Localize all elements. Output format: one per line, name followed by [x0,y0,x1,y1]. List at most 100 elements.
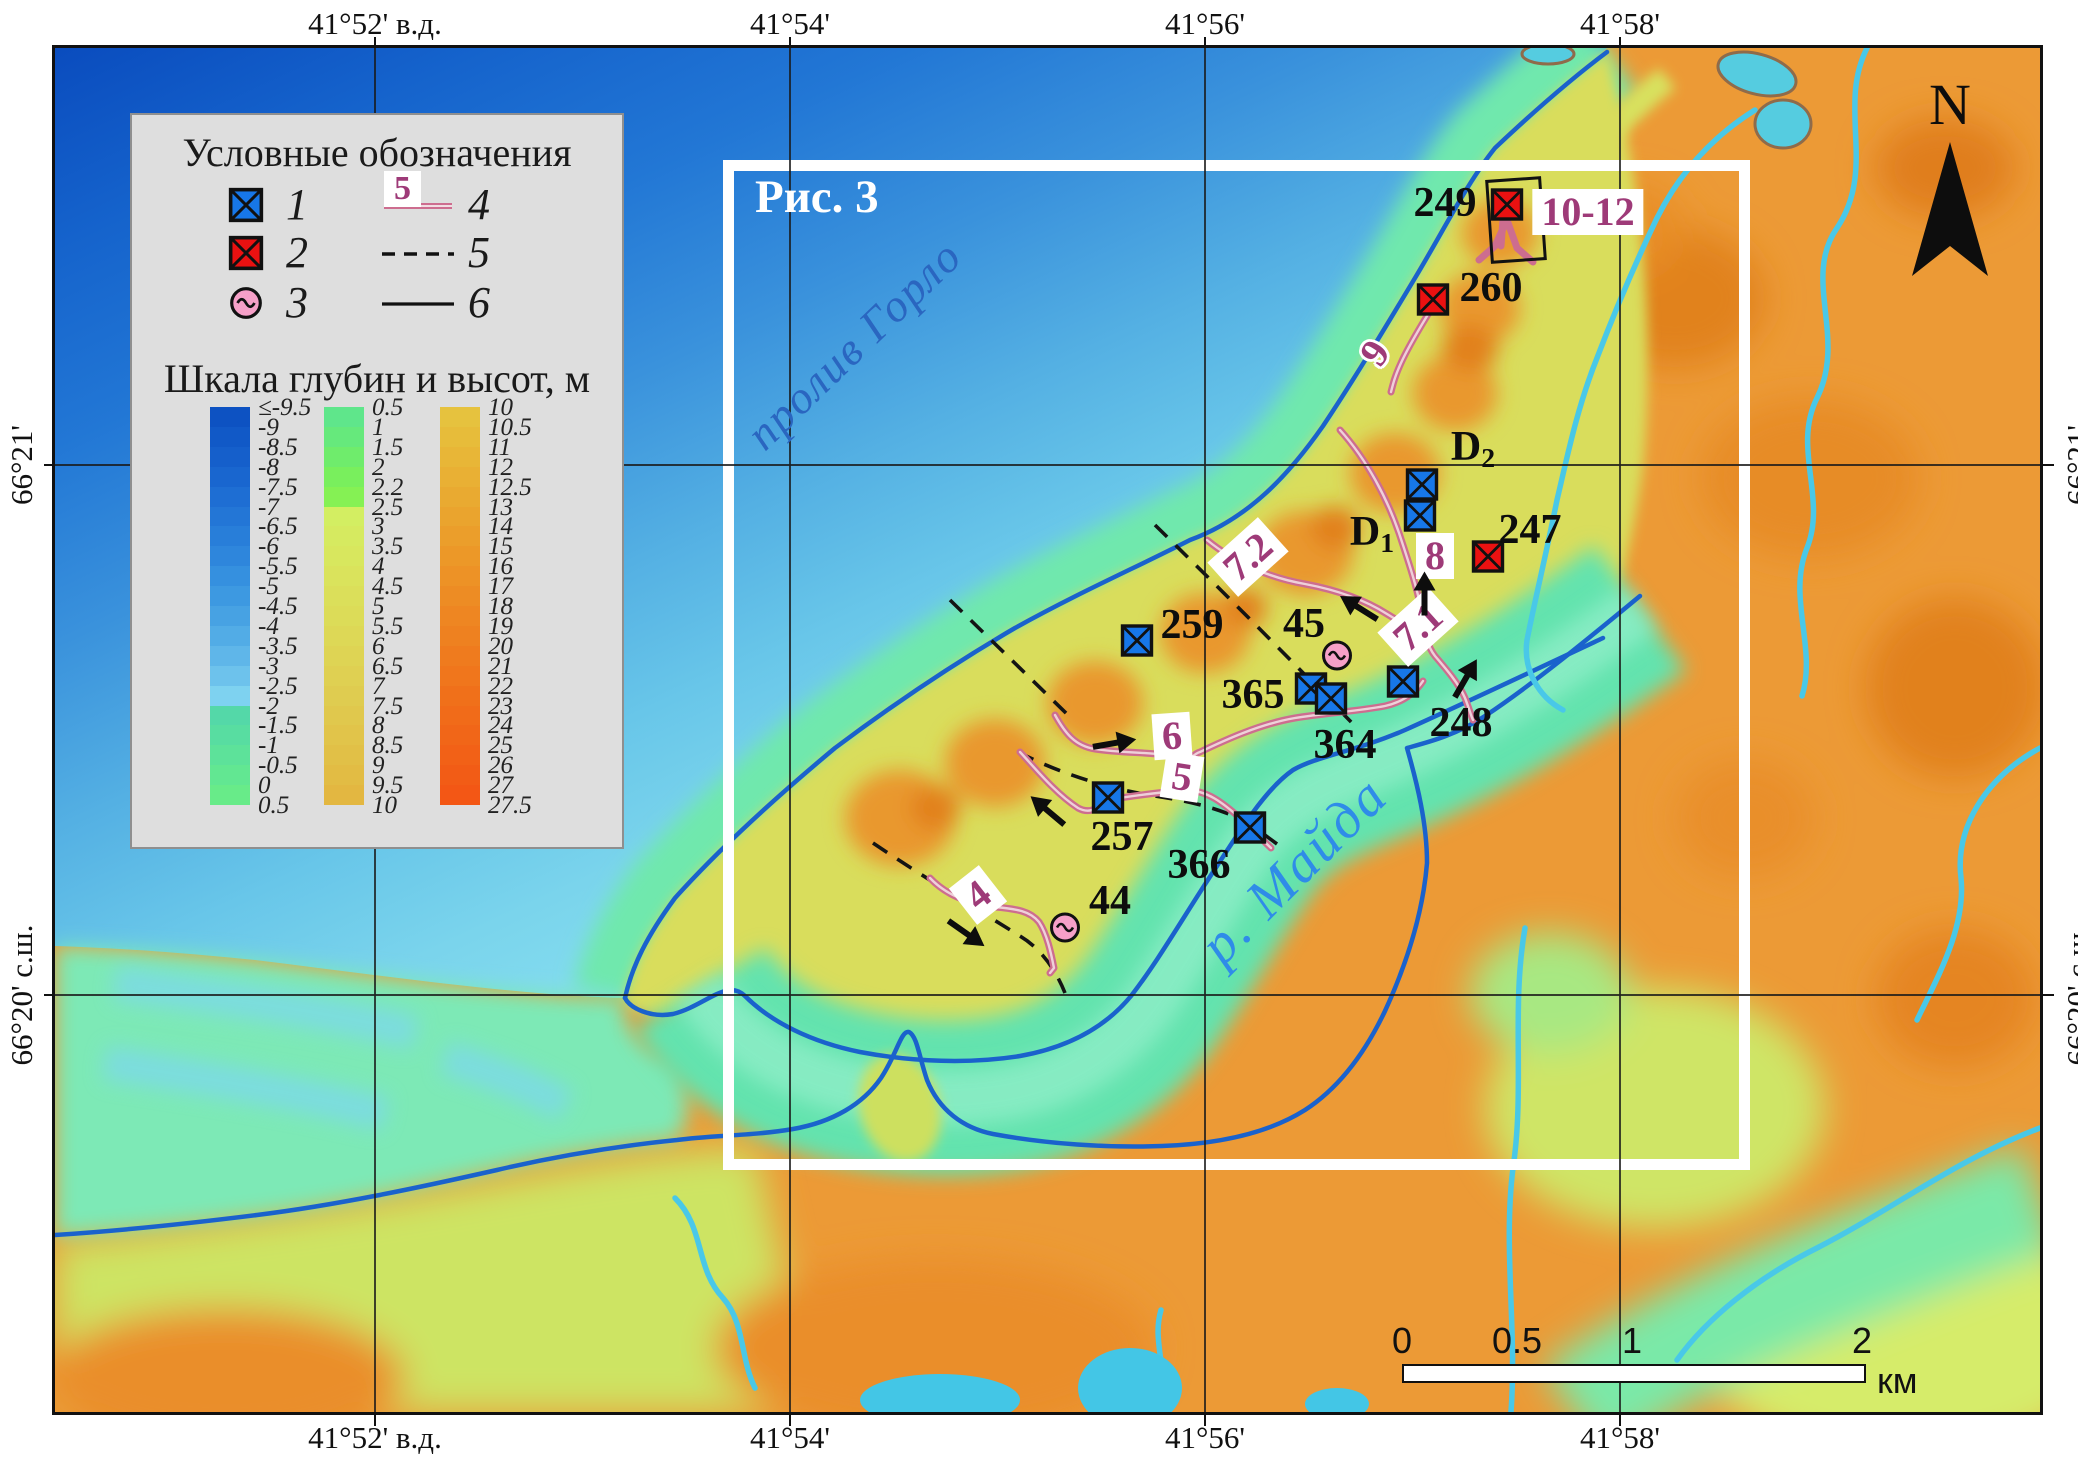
axis-tick [374,1415,376,1426]
station-label: 249 [1414,182,1477,224]
colorbar-segment [440,626,480,646]
blue-square-x-marker [228,187,264,223]
red-square-x-icon [1416,283,1450,317]
colorbar-segment [324,725,364,745]
colorbar-tick-label: 27.5 [488,793,532,818]
direction-arrow-icon [1021,786,1073,835]
station-label: 366 [1168,844,1231,886]
colorbar-segment [440,666,480,686]
legend-route-badge: 5 [384,171,421,207]
scale-bar-tick-label: 2 [1852,1320,1872,1362]
axis-tick [1619,37,1621,48]
blue-square-x-icon [1314,682,1348,716]
colorbar-tick-label: 0.5 [258,793,289,818]
colorbar-segment [324,427,364,447]
colorbar-segment [324,646,364,666]
blue-square-x-icon [1233,811,1267,845]
station-label: 248 [1430,702,1493,744]
pink-circle-wave-icon [1320,639,1354,673]
colorbar-segment [210,467,250,487]
axis-tick [1204,1415,1206,1426]
route-direction-arrow [1332,580,1387,631]
scale-bar-tick-label: 1 [1622,1320,1642,1362]
station-label: 260 [1460,267,1523,309]
direction-arrow-icon [1332,584,1385,630]
station-marker-249 [1490,188,1524,227]
colorbar-segment [440,546,480,566]
axis-tick [1619,1415,1621,1426]
colorbar-segment [324,606,364,626]
lat-label-right: 66°20' с.ш. [2060,925,2078,1066]
axis-tick [44,464,55,466]
colorbar-segment [210,666,250,686]
route-label-7.2: 7.2 [1207,517,1288,597]
colorbar-segment [210,725,250,745]
pink-circle-wave-icon [228,285,264,321]
colorbar-tick-label: 10 [372,793,397,818]
colorbar-segment [440,606,480,626]
station-label: 45 [1283,603,1325,645]
station-marker-259 [1120,624,1154,663]
route-label-9: 9 [1345,324,1404,382]
blue-square-x-icon [228,187,264,223]
north-arrow-icon [1900,134,2000,284]
colorbar-segment [324,566,364,586]
depth-colorbar [324,407,364,805]
direction-arrow-icon [1090,726,1140,760]
colorbar-segment [440,447,480,467]
route-direction-arrow [1412,571,1443,617]
route-direction-arrow [1021,782,1076,835]
legend-title: Условные обозначения [132,129,622,176]
colorbar-segment [324,526,364,546]
colorbar-segment [324,745,364,765]
colorbar-segment [210,427,250,447]
pink-circle-wave-icon [1048,911,1082,945]
axis-tick [2043,994,2054,996]
legend-item-number: 1 [286,183,308,227]
colorbar-segment [440,745,480,765]
route-label-10-12: 10-12 [1532,189,1643,235]
colorbar-segment [210,407,250,427]
depth-colorbar [440,407,480,805]
route-label-5: 5 [1160,751,1205,802]
axis-tick [2043,464,2054,466]
axis-tick [44,994,55,996]
colorbar-segment [440,785,480,805]
colorbar-segment [440,566,480,586]
colorbar-segment [440,487,480,507]
colorbar-segment [210,606,250,626]
colorbar-segment [210,626,250,646]
axis-tick [374,37,376,48]
station-marker-364 [1314,682,1348,721]
colorbar-segment [440,765,480,785]
colorbar-segment [210,487,250,507]
solid-line [382,297,454,315]
red-square-x-icon [228,235,264,271]
colorbar-segment [324,706,364,726]
north-label: N [1900,76,2000,134]
legend-item-number: 5 [468,231,490,275]
station-label: D2 [1451,426,1495,472]
colorbar-segment [324,626,364,646]
station-marker-260 [1416,283,1450,322]
colorbar-segment [440,427,480,447]
direction-arrow-icon [1443,652,1489,705]
colorbar-segment [324,686,364,706]
direction-arrow-icon [1412,571,1438,617]
colorbar-segment [210,507,250,527]
colorbar-segment [210,646,250,666]
red-square-x-icon [1490,188,1524,222]
north-arrow: N [1900,76,2000,289]
colorbar-segment [324,546,364,566]
colorbar-segment [324,666,364,686]
depth-colorbar [210,407,250,805]
colorbar-segment [324,467,364,487]
colorbar-segment [324,765,364,785]
lat-label-left: 66°21' [4,425,40,505]
pink-circle-wave-marker [228,285,264,321]
station-marker-248 [1386,665,1420,704]
solid-line-sample [382,298,454,310]
colorbar-segment [324,487,364,507]
colorbar-segment [440,526,480,546]
colorbar-segment [440,507,480,527]
